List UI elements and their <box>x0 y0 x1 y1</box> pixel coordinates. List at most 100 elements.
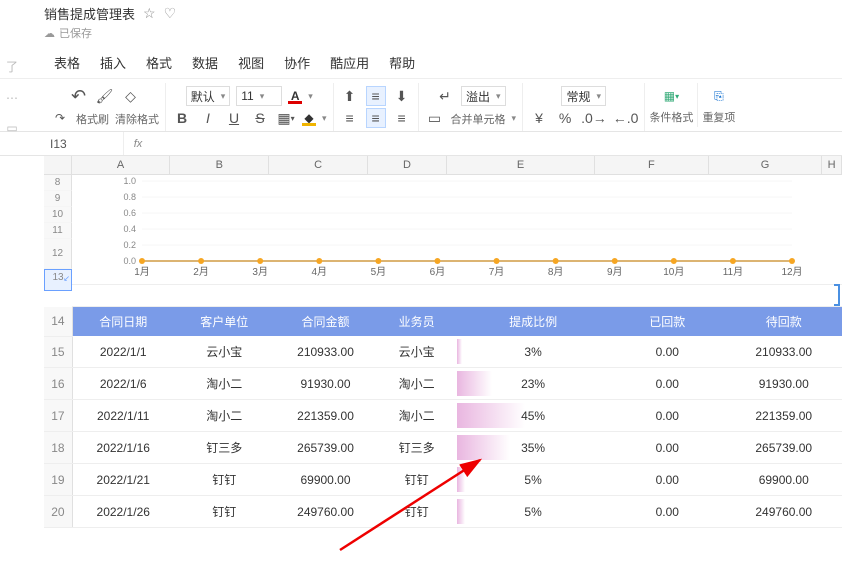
cell[interactable]: 249760.00 <box>275 496 376 528</box>
cell[interactable]: 2022/1/1 <box>72 336 173 368</box>
cell[interactable]: 210933.00 <box>275 336 376 368</box>
cell[interactable]: 0.00 <box>609 400 725 432</box>
condfmt-icon[interactable]: ▦▾ <box>660 85 682 107</box>
menu-coolapp[interactable]: 酷应用 <box>320 47 379 78</box>
cell[interactable]: 2022/1/26 <box>72 496 173 528</box>
bold-button[interactable]: B <box>172 108 192 128</box>
bell-icon[interactable]: ♡ <box>164 5 177 22</box>
underline-button[interactable]: U <box>224 108 244 128</box>
fmtbrush-label[interactable]: 格式刷 <box>76 111 109 127</box>
row-header[interactable]: 19 <box>44 464 72 496</box>
halign-left-button[interactable]: ≡ <box>340 108 360 128</box>
cell-databar[interactable]: 45% <box>457 400 609 432</box>
gutter-icon-1[interactable]: 了 <box>0 50 24 83</box>
cell[interactable]: 69900.00 <box>725 464 842 496</box>
col-header-b[interactable]: B <box>170 156 269 174</box>
wrap-icon[interactable]: ↵ <box>435 86 455 106</box>
table-header[interactable]: 待回款 <box>725 307 842 336</box>
cell[interactable]: 0.00 <box>609 368 725 400</box>
cell[interactable]: 钉钉 <box>174 496 275 528</box>
gutter-icon-2[interactable]: ⋯ <box>0 83 24 113</box>
cell[interactable]: 淘小二 <box>376 400 457 432</box>
cell-databar[interactable]: 5% <box>457 464 609 496</box>
cell[interactable]: 云小宝 <box>376 336 457 368</box>
table-header[interactable]: 合同日期 <box>72 307 173 336</box>
menu-collab[interactable]: 协作 <box>274 47 320 78</box>
menu-help[interactable]: 帮助 <box>379 47 425 78</box>
row-header[interactable]: 8 <box>44 175 72 191</box>
star-icon[interactable]: ☆ <box>143 5 156 22</box>
cell-reference[interactable]: I13 <box>44 132 124 155</box>
cell[interactable]: 钉钉 <box>376 496 457 528</box>
strike-button[interactable]: S <box>250 108 270 128</box>
row-header[interactable]: 17 <box>44 400 72 432</box>
cell[interactable]: 0.00 <box>609 496 725 528</box>
valign-mid-button[interactable]: ≡ <box>366 86 386 106</box>
col-header-d[interactable]: D <box>368 156 447 174</box>
col-header-g[interactable]: G <box>709 156 823 174</box>
fill-color-button[interactable]: ◆ <box>302 111 316 126</box>
cell[interactable]: 221359.00 <box>275 400 376 432</box>
halign-center-button[interactable]: ≡ <box>366 108 386 128</box>
col-header-h[interactable]: H <box>822 156 842 174</box>
menu-view[interactable]: 视图 <box>228 47 274 78</box>
cell[interactable]: 91930.00 <box>275 368 376 400</box>
font-name-select[interactable]: 默认▾ <box>186 86 231 106</box>
blank-row-13[interactable] <box>72 285 842 307</box>
cell[interactable]: 265739.00 <box>725 432 842 464</box>
row-header-active[interactable]: 13 <box>44 269 72 291</box>
cell[interactable]: 0.00 <box>609 336 725 368</box>
dec-dec-button[interactable]: ←.0 <box>613 108 639 128</box>
percent-button[interactable]: % <box>555 108 575 128</box>
row-header[interactable]: 14 <box>44 307 72 336</box>
paint-icon[interactable]: 🖌 <box>95 86 115 106</box>
embedded-chart[interactable]: 0.00.20.40.60.81.01月2月3月4月5月6月7月8月9月10月1… <box>72 175 842 285</box>
redo-button[interactable]: ↷ <box>50 108 70 128</box>
col-header-a[interactable]: A <box>72 156 171 174</box>
cell[interactable]: 钉钉 <box>376 464 457 496</box>
cell-databar[interactable]: 35% <box>457 432 609 464</box>
table-header[interactable]: 业务员 <box>376 307 457 336</box>
row-header[interactable]: 16 <box>44 368 72 400</box>
border-button[interactable]: ▦▾ <box>276 108 296 128</box>
cell[interactable]: 钉钉 <box>174 464 275 496</box>
cell[interactable]: 2022/1/16 <box>72 432 173 464</box>
cell[interactable]: 2022/1/21 <box>72 464 173 496</box>
valign-bot-button[interactable]: ⬇ <box>392 86 412 106</box>
dup-icon[interactable]: ⎘ <box>708 85 730 107</box>
row-header[interactable]: 9 <box>44 191 72 207</box>
cell[interactable]: 265739.00 <box>275 432 376 464</box>
cell[interactable]: 淘小二 <box>174 368 275 400</box>
clearfmt-label[interactable]: 清除格式 <box>115 111 159 127</box>
cell[interactable]: 云小宝 <box>174 336 275 368</box>
chevron-down-icon[interactable]: ▾ <box>308 91 313 102</box>
cell[interactable]: 钉三多 <box>174 432 275 464</box>
cell[interactable]: 淘小二 <box>174 400 275 432</box>
row-header[interactable]: 20 <box>44 496 72 528</box>
fx-icon[interactable]: fx <box>124 138 152 150</box>
col-header-f[interactable]: F <box>595 156 709 174</box>
menu-table[interactable]: 表格 <box>44 47 90 78</box>
dup-label[interactable]: 重复项 <box>702 109 735 125</box>
cell[interactable]: 249760.00 <box>725 496 842 528</box>
select-all-corner[interactable] <box>44 156 72 174</box>
table-header[interactable]: 客户单位 <box>174 307 275 336</box>
cell[interactable]: 钉三多 <box>376 432 457 464</box>
menu-data[interactable]: 数据 <box>182 47 228 78</box>
table-header[interactable]: 已回款 <box>609 307 725 336</box>
font-size-select[interactable]: 11▾ <box>236 86 282 106</box>
cell-databar[interactable]: 5% <box>457 496 609 528</box>
cell[interactable]: 210933.00 <box>725 336 842 368</box>
eraser-icon[interactable]: ◇ <box>121 86 141 106</box>
menu-insert[interactable]: 插入 <box>90 47 136 78</box>
cell[interactable]: 2022/1/6 <box>72 368 173 400</box>
cell[interactable]: 69900.00 <box>275 464 376 496</box>
table-header[interactable]: 提成比例 <box>457 307 609 336</box>
gutter-icon-3[interactable]: ▭ <box>0 113 24 143</box>
row-header[interactable]: 11 <box>44 223 72 239</box>
table-header[interactable]: 合同金额 <box>275 307 376 336</box>
menu-format[interactable]: 格式 <box>136 47 182 78</box>
chevron-down-icon[interactable]: ▾ <box>322 113 327 124</box>
cell[interactable]: 2022/1/11 <box>72 400 173 432</box>
italic-button[interactable]: I <box>198 108 218 128</box>
